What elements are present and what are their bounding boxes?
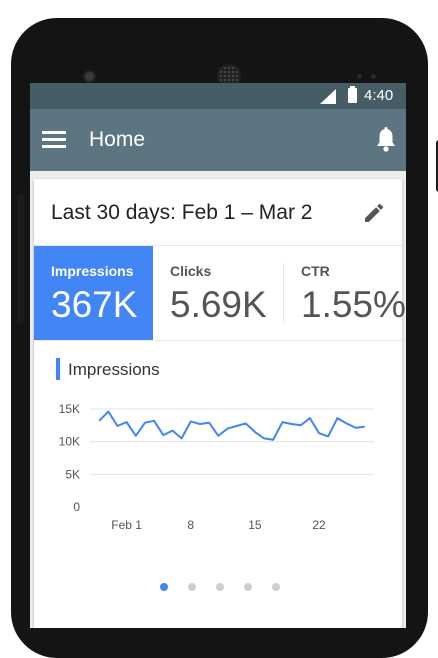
y-tick-label: 5K <box>65 467 80 481</box>
metric-label: CTR <box>301 263 330 279</box>
page-dot[interactable] <box>244 583 252 591</box>
tab-clicks[interactable]: Clicks 5.69K <box>153 246 283 340</box>
app-bar: Home <box>30 109 406 171</box>
battery-icon <box>348 86 357 103</box>
page-dot[interactable] <box>272 583 280 591</box>
bell-icon[interactable] <box>374 127 398 153</box>
pencil-icon[interactable] <box>362 201 386 225</box>
date-range-label: Last 30 days: Feb 1 – Mar 2 <box>51 201 313 224</box>
metric-value: 5.69K <box>170 284 267 325</box>
page-dot[interactable] <box>188 583 196 591</box>
light-sensor <box>371 74 376 79</box>
chart-title: Impressions <box>68 360 160 379</box>
phone-screen: 4:40 Home Last 30 days: Feb 1 – Mar 2 Im… <box>30 83 406 628</box>
page-dot[interactable] <box>216 583 224 591</box>
metric-value: 1.55% <box>301 284 406 325</box>
volume-button <box>17 194 24 324</box>
x-tick-label: 8 <box>187 518 194 532</box>
page-dot[interactable] <box>160 583 168 591</box>
x-tick-label: Feb 1 <box>111 518 142 532</box>
series-line <box>98 410 365 441</box>
impressions-chart: 0 5K 10K 15K Feb 1 8 15 22 <box>59 402 374 532</box>
x-tick-label: 22 <box>312 518 326 532</box>
y-tick-label: 0 <box>73 500 80 514</box>
performance-card: Last 30 days: Feb 1 – Mar 2 Impressions … <box>34 179 406 628</box>
metric-label: Clicks <box>170 263 212 279</box>
metric-value: 367K <box>51 284 138 325</box>
menu-icon[interactable] <box>42 131 66 149</box>
series-color-bar <box>56 358 60 380</box>
metric-label: Impressions <box>51 263 134 279</box>
y-tick-label: 10K <box>59 435 80 449</box>
page-title: Home <box>89 128 146 151</box>
y-tick-label: 15K <box>59 402 80 416</box>
front-camera <box>85 72 94 81</box>
x-tick-label: 15 <box>248 518 262 532</box>
divider <box>34 340 402 341</box>
signal-icon <box>320 89 336 104</box>
page-indicator <box>34 583 402 595</box>
proximity-sensor <box>357 74 362 79</box>
status-time: 4:40 <box>364 87 394 104</box>
tab-ctr[interactable]: CTR 1.55% <box>284 246 406 340</box>
tab-impressions[interactable]: Impressions 367K <box>34 246 153 340</box>
status-bar: 4:40 <box>30 83 406 109</box>
